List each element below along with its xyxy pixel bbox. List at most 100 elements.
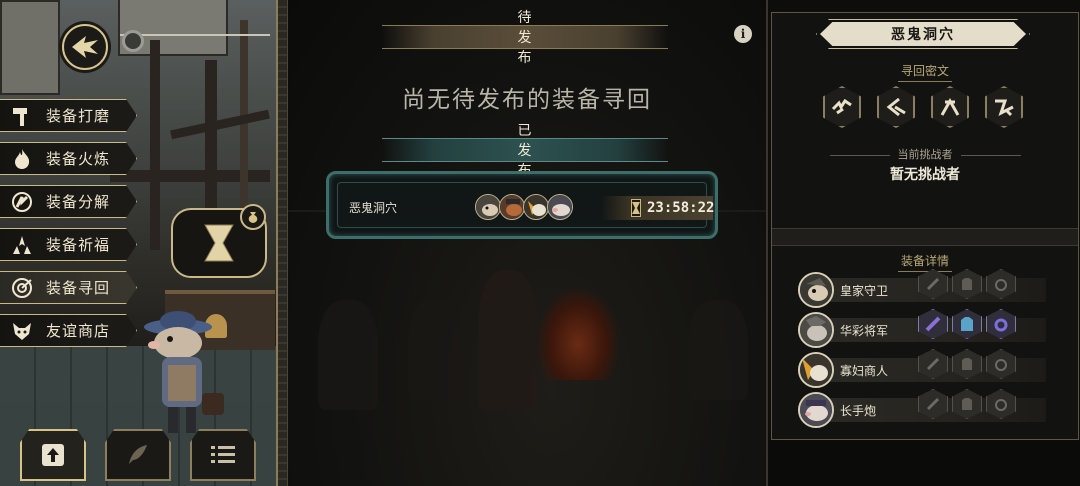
equipment-slots — [918, 349, 1016, 379]
diamond-ornament — [600, 34, 605, 40]
bg-figure — [688, 300, 748, 400]
avatar-fancy-general — [499, 194, 525, 220]
menu-item-label: 装备火炼 — [46, 150, 111, 168]
menu-item-label: 装备祈福 — [46, 236, 111, 254]
scene-wall — [0, 0, 60, 95]
dungeon-detail-panel: 恶鬼洞穴 寻回密文 当前挑战者 暂无挑战者 装备详情 皇家守卫 华彩将军 寡妇商… — [766, 0, 1080, 486]
altar-icon — [10, 233, 34, 257]
info-icon-glyph: i — [740, 27, 746, 41]
entry-avatar-row — [475, 194, 573, 220]
menu-item-retrieve[interactable]: 装备寻回 — [0, 271, 137, 304]
diamond-ornament — [445, 34, 450, 40]
equipment-section-text: 装备详情 — [900, 254, 949, 268]
pending-empty-message: 尚无待发布的装备寻回 — [402, 87, 652, 113]
rune-1-icon[interactable] — [823, 86, 861, 128]
menu-item-label: 友谊商店 — [46, 322, 111, 340]
weapon-slot-icon[interactable] — [918, 269, 948, 299]
feather-icon — [129, 445, 147, 464]
menu-item-bless[interactable]: 装备祈福 — [0, 228, 137, 261]
trinket-slot-icon[interactable] — [986, 389, 1016, 419]
rune-2-icon[interactable] — [877, 86, 915, 128]
equipment-row[interactable]: 华彩将军 — [798, 309, 1046, 348]
section-underline — [898, 81, 952, 82]
equipment-row[interactable]: 长手炮 — [798, 389, 1046, 428]
scene-beam — [150, 40, 160, 250]
equipment-hero-name: 长手炮 — [840, 404, 877, 418]
equipment-row[interactable]: 寡妇商人 — [798, 349, 1046, 388]
equipment-slots — [918, 269, 1016, 299]
menu-item-label: 装备分解 — [46, 193, 111, 211]
flame-icon — [10, 147, 34, 171]
hero-portrait — [798, 312, 834, 348]
scene-beam — [170, 109, 270, 140]
avatar-royal-guard — [475, 194, 501, 220]
dungeon-title: 恶鬼洞穴 — [820, 22, 1026, 46]
published-section-banner: 已发布 — [382, 123, 668, 179]
weapon-slot-icon[interactable] — [918, 309, 948, 339]
hammer-icon — [10, 104, 34, 128]
entry-timer: 23:58:22 — [601, 196, 715, 220]
trinket-slot-icon[interactable] — [986, 349, 1016, 379]
armor-slot-icon[interactable] — [952, 389, 982, 419]
armor-slot-icon[interactable] — [952, 349, 982, 379]
section-divider — [772, 228, 1078, 246]
rune-list — [823, 86, 1023, 128]
panel-bottom-margin — [768, 440, 1080, 486]
retrieval-list-panel: i 待发布 尚无待发布的装备寻回 已发布 恶鬼洞穴 — [288, 0, 766, 486]
challenger-label-text: 当前挑战者 — [897, 148, 953, 161]
hero-portrait — [798, 272, 834, 308]
hourglass-icon — [631, 199, 641, 217]
list-button[interactable] — [190, 429, 256, 481]
upload-button[interactable] — [20, 429, 86, 481]
menu-item-label: 装备寻回 — [46, 279, 111, 297]
panel-divider — [276, 0, 288, 486]
disassemble-icon — [10, 190, 34, 214]
feather-button[interactable] — [105, 429, 171, 481]
bg-figure — [478, 270, 538, 410]
trinket-slot-icon[interactable] — [986, 309, 1016, 339]
trinket-slot-icon[interactable] — [986, 269, 1016, 299]
armor-slot-icon[interactable] — [952, 269, 982, 299]
menu-item-disassemble[interactable]: 装备分解 — [0, 185, 137, 218]
bg-fireplace — [538, 290, 618, 380]
shopkeeper-character[interactable] — [138, 305, 238, 440]
menu-item-refine[interactable]: 装备火炼 — [0, 142, 137, 175]
menu-item-friend-shop[interactable]: 友谊商店 — [0, 314, 137, 347]
back-arrow-icon — [72, 36, 98, 58]
weapon-slot-icon[interactable] — [918, 389, 948, 419]
weapon-slot-icon[interactable] — [918, 349, 948, 379]
equipment-slots — [918, 309, 1016, 339]
rune-section-label: 寻回密文 — [768, 62, 1080, 82]
diamond-ornament — [600, 147, 605, 153]
armor-slot-icon[interactable] — [952, 309, 982, 339]
list-icon — [211, 446, 235, 463]
info-icon[interactable]: i — [734, 25, 752, 43]
equipment-row[interactable]: 皇家守卫 — [798, 269, 1046, 308]
rune-4-icon[interactable] — [985, 86, 1023, 128]
rune-3-icon[interactable] — [931, 86, 969, 128]
menu-item-polish[interactable]: 装备打磨 — [0, 99, 137, 132]
left-workshop-scene: 装备打磨 装备火炼 装备分解 装备祈福 装备寻回 友谊商店 — [0, 0, 278, 486]
diamond-ornament — [445, 147, 450, 153]
pulley-wheel — [122, 30, 144, 52]
bg-figure — [318, 300, 378, 410]
back-button[interactable] — [62, 24, 108, 70]
equipment-hero-name: 皇家守卫 — [840, 284, 889, 298]
equipment-slots — [918, 389, 1016, 419]
hero-portrait — [798, 392, 834, 428]
money-bag-icon — [240, 204, 266, 230]
published-entry[interactable]: 恶鬼洞穴 23:58:22 — [326, 171, 718, 239]
equipment-hero-name: 寡妇商人 — [840, 364, 889, 378]
entry-timer-value: 23:58:22 — [647, 200, 715, 216]
fox-mask-icon — [10, 319, 34, 343]
hero-portrait — [798, 352, 834, 388]
rune-section-text: 寻回密文 — [900, 64, 949, 78]
avatar-long-gun — [547, 194, 573, 220]
entry-dungeon-name: 恶鬼洞穴 — [349, 201, 398, 215]
equipment-hero-name: 华彩将军 — [840, 324, 889, 338]
target-icon — [10, 276, 34, 300]
challenger-value: 暂无挑战者 — [890, 167, 960, 183]
pending-section-banner: 待发布 — [382, 10, 668, 66]
pending-section-title: 待发布 — [517, 10, 533, 66]
avatar-widow-merchant — [523, 194, 549, 220]
